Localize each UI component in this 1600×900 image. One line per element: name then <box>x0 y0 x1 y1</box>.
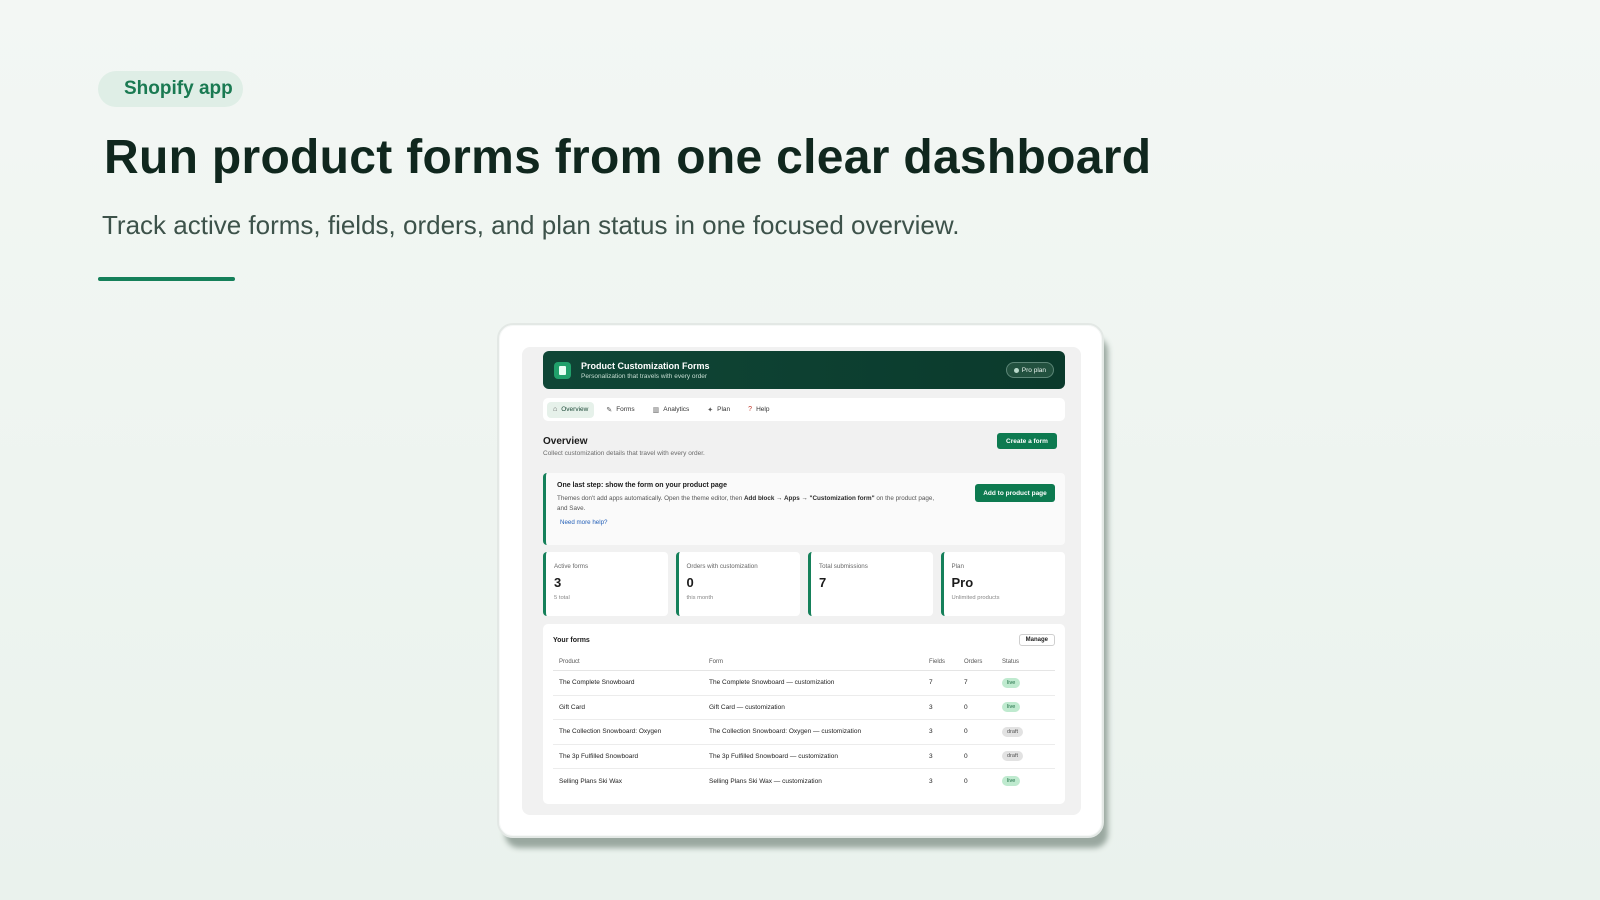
cell-orders: 0 <box>958 719 996 745</box>
device-frame: Product Customization Forms Personalizat… <box>497 323 1104 838</box>
stat-value: 3 <box>554 575 562 590</box>
stat-label: Plan <box>951 563 964 570</box>
status-badge: draft <box>1002 726 1024 737</box>
cell-form: The 3p Fulfilled Snowboard — customizati… <box>703 744 923 769</box>
plan-pill[interactable]: Pro plan <box>1005 362 1054 378</box>
status-badge: live <box>1002 677 1021 688</box>
stats-row: Active forms 3 5 total Orders with custo… <box>543 552 1065 616</box>
cell-product: The Collection Snowboard: Oxygen <box>553 719 703 745</box>
manage-button[interactable]: Manage <box>1018 634 1055 646</box>
column-header: Fields <box>923 655 958 671</box>
column-header: Status <box>996 655 1055 671</box>
cell-form: Selling Plans Ski Wax — customization <box>709 777 822 785</box>
notice-body-bold: Add block → Apps → "Customization form" <box>743 495 875 502</box>
tab-label: Plan <box>717 406 731 413</box>
table-row[interactable]: The 3p Fulfilled Snowboard The 3p Fulfil… <box>553 744 1055 769</box>
cell-form: The Collection Snowboard: Oxygen — custo… <box>703 719 923 745</box>
tab-forms[interactable]: ✎ Forms <box>600 402 640 418</box>
table-row[interactable]: The Complete Snowboard The Complete Snow… <box>553 670 1055 696</box>
stat-note <box>819 595 925 602</box>
tab-label: Analytics <box>663 406 690 413</box>
tab-label: Overview <box>561 406 589 413</box>
cell-form: The Complete Snowboard — customization <box>703 670 923 696</box>
cell-product: The Complete Snowboard <box>553 670 703 696</box>
stat-card-plan: Plan Pro Unlimited products <box>940 552 1065 616</box>
question-icon: ? <box>748 406 753 413</box>
stat-label: Total submissions <box>819 563 868 570</box>
stat-value: 7 <box>819 575 827 590</box>
overview-title: Overview <box>543 436 588 447</box>
notice-body: Themes don't add apps automatically. Ope… <box>557 494 942 514</box>
sparkle-icon: ✦ <box>707 406 714 414</box>
tab-help[interactable]: ? Help <box>742 402 775 418</box>
table-row[interactable]: The Collection Snowboard: Oxygen The Col… <box>553 719 1055 745</box>
hero-headline: Run product forms from one clear dashboa… <box>104 131 1152 184</box>
table-row[interactable]: Selling Plans Ski Wax Selling Plans Ski … <box>553 769 1055 794</box>
stat-note: Unlimited products <box>951 595 1000 601</box>
app-subtitle: Personalization that travels with every … <box>581 372 708 380</box>
plan-pill-label: Pro plan <box>1021 366 1046 374</box>
app-screen: Product Customization Forms Personalizat… <box>522 347 1081 815</box>
column-header: Form <box>703 655 923 671</box>
cell-fields: 7 <box>923 670 958 696</box>
tab-label: Forms <box>616 406 635 413</box>
nav-tabs: ⌂ Overview ✎ Forms ▥ Analytics ✦ Plan ? Help <box>543 398 1065 421</box>
cell-fields: 3 <box>923 744 958 769</box>
stat-note: this month <box>686 595 714 601</box>
tab-label: Help <box>756 406 770 413</box>
plan-dot-icon <box>1013 367 1019 373</box>
column-header: Orders <box>958 655 996 671</box>
stat-note: 5 total <box>554 595 570 601</box>
status-badge: live <box>1002 776 1021 786</box>
cell-product: The 3p Fulfilled Snowboard <box>553 744 703 769</box>
tab-plan[interactable]: ✦ Plan <box>701 402 736 418</box>
tab-analytics[interactable]: ▥ Analytics <box>647 402 696 418</box>
cell-fields: 3 <box>923 719 958 745</box>
home-icon: ⌂ <box>553 406 558 413</box>
column-header: Product <box>553 655 703 671</box>
status-badge: draft <box>1002 751 1024 762</box>
cell-product: Gift Card <box>553 695 703 720</box>
add-to-product-page-button[interactable]: Add to product page <box>975 484 1055 502</box>
help-link[interactable]: Need more help? <box>560 519 1054 526</box>
forms-title: Your forms <box>553 636 590 644</box>
stat-value: 0 <box>686 575 694 590</box>
app-title: Product Customization Forms <box>581 360 710 371</box>
hero-subhead: Track active forms, fields, orders, and … <box>102 210 960 240</box>
edit-icon: ✎ <box>606 406 613 414</box>
setup-notice: One last step: show the form on your pro… <box>543 473 1065 545</box>
table-row[interactable]: Gift Card Gift Card — customization 3 0 … <box>553 695 1055 720</box>
cell-orders: 0 <box>958 744 996 769</box>
stat-card-active-forms: Active forms 3 5 total <box>543 552 668 616</box>
notice-body-text: Themes don't add apps automatically. Ope… <box>557 495 744 502</box>
stat-label: Active forms <box>554 563 589 570</box>
form-app-icon <box>554 361 571 379</box>
cell-orders: 0 <box>964 777 968 785</box>
stat-value: Pro <box>951 575 974 590</box>
stat-card-submissions: Total submissions 7 <box>808 552 933 616</box>
cell-fields: 3 <box>929 777 933 785</box>
stat-label: Orders with customization <box>686 563 758 570</box>
cell-fields: 3 <box>923 695 958 720</box>
forms-card: Your forms Manage Product Form Fields Or… <box>543 624 1065 804</box>
chart-icon: ▥ <box>652 406 660 414</box>
status-badge: live <box>1002 702 1021 713</box>
forms-table: Product Form Fields Orders Status The Co… <box>553 655 1055 793</box>
app-header: Product Customization Forms Personalizat… <box>543 351 1065 389</box>
tab-overview[interactable]: ⌂ Overview <box>547 401 595 418</box>
stat-card-orders: Orders with customization 0 this month <box>675 552 800 616</box>
overview-subtitle: Collect customization details that trave… <box>543 450 705 457</box>
cell-orders: 0 <box>958 695 996 720</box>
create-form-button[interactable]: Create a form <box>997 433 1057 449</box>
shopify-app-badge: Shopify app <box>98 71 243 107</box>
badge-label: Shopify app <box>124 78 233 99</box>
cell-form: Gift Card — customization <box>703 695 923 720</box>
cell-orders: 7 <box>958 670 996 696</box>
accent-rule <box>98 277 235 281</box>
cell-product: Selling Plans Ski Wax <box>559 777 622 785</box>
